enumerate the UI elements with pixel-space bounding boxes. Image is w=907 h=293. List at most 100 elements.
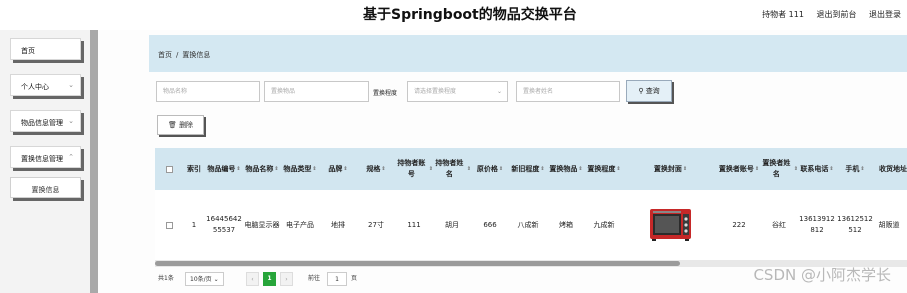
col-label: 物品类型	[283, 164, 312, 173]
page-number-current[interactable]: 1	[263, 272, 276, 286]
col-swap-cover[interactable]: 置换封面 ⇕	[623, 148, 718, 190]
col-label: 置换者账号	[718, 164, 754, 173]
cell-item-type: 电子产品	[286, 220, 314, 229]
col-label: 置换封面	[653, 164, 682, 173]
swap-item-input[interactable]: 置换物品	[264, 81, 369, 102]
chevron-down-icon: ⌄	[213, 276, 219, 283]
col-label: 规格	[366, 164, 381, 173]
page-unit-label: 页	[351, 275, 358, 282]
row-checkbox[interactable]	[155, 190, 183, 260]
sidebar-item-label: 物品信息管理	[21, 119, 63, 127]
col-original-price[interactable]: 原价格 ⇕	[471, 148, 509, 190]
cell-item-no: 1644564255537	[206, 215, 242, 234]
watermark: CSDN @小阿杰学长	[753, 266, 891, 284]
breadcrumb-bar: 首页 / 置换信息	[149, 35, 907, 72]
col-brand[interactable]: 品牌 ⇕	[319, 148, 357, 190]
logout-link[interactable]: 退出登录	[869, 10, 901, 19]
swap-level-select[interactable]: 请选择置换程度 ⌄	[407, 81, 508, 102]
col-label: 手机	[845, 164, 860, 173]
table-header: 索引 物品编号 ⇕ 物品名称 ⇕ 物品类型 ⇕ 品牌 ⇕ 规格 ⇕ 持物者账号 ⇕ 持物者姓…	[155, 148, 907, 190]
col-item-no[interactable]: 物品编号 ⇕	[205, 148, 243, 190]
breadcrumb-current: 置换信息	[182, 51, 211, 59]
select-all-checkbox[interactable]	[155, 148, 183, 190]
cell-swap-cover	[623, 190, 718, 260]
sort-icon: ⇕	[860, 165, 865, 172]
checkbox-icon	[165, 165, 173, 173]
sort-icon: ⇕	[343, 165, 348, 172]
site-title: 基于Springboot的物品交换平台	[363, 7, 577, 23]
cell-swap-item: 烤箱	[559, 220, 573, 229]
col-condition[interactable]: 新旧程度 ⇕	[509, 148, 547, 190]
chevron-down-icon: ⌄	[68, 81, 74, 89]
sort-icon: ⇕	[236, 165, 241, 172]
sort-icon: ⇕	[274, 165, 279, 172]
sidebar-divider	[90, 30, 98, 293]
col-label: 持物者账号	[397, 159, 426, 178]
cell-original-price: 666	[483, 220, 497, 229]
top-header: 基于Springboot的物品交换平台 持物者 111 退出到前台 退出登录	[0, 0, 907, 30]
back-to-front-link[interactable]: 退出到前台	[816, 10, 856, 19]
prev-page-button[interactable]: ‹	[246, 272, 259, 286]
col-label: 置换程度	[587, 164, 616, 173]
breadcrumb-home[interactable]: 首页	[158, 51, 172, 59]
page-size-select[interactable]: 10条/页 ⌄	[185, 272, 224, 286]
sort-icon: ⇕	[498, 165, 504, 172]
col-swapper-account[interactable]: 置换者账号 ⇕	[718, 148, 760, 190]
sort-icon: ⇕	[616, 165, 621, 172]
search-icon: ⚲	[638, 87, 644, 95]
cell-owner-name: 胡月	[445, 220, 459, 229]
sort-icon: ⇕	[381, 165, 386, 172]
col-owner-account[interactable]: 持物者账号 ⇕	[395, 148, 433, 190]
search-button[interactable]: ⚲ 查询	[626, 80, 672, 102]
breadcrumb: 首页 / 置换信息	[158, 50, 210, 60]
cell-swapper-account: 222	[732, 220, 746, 229]
col-label: 新旧程度	[511, 164, 540, 173]
swapper-name-input[interactable]: 置换者姓名	[516, 81, 620, 102]
col-item-name[interactable]: 物品名称 ⇕	[243, 148, 281, 190]
col-phone[interactable]: 联系电话 ⇕	[798, 148, 836, 190]
table-body: 1 1644564255537 电脑显示器 电子产品 地排 27寸 111 胡月…	[155, 190, 907, 260]
col-label: 置换物品	[549, 164, 578, 173]
goto-label: 前往	[308, 275, 321, 282]
cell-index: 1	[191, 220, 197, 229]
next-page-button[interactable]: ›	[280, 272, 293, 286]
cell-brand: 地排	[331, 220, 345, 229]
scrollbar-thumb[interactable]	[155, 261, 680, 266]
cell-phone: 13613912812	[799, 215, 835, 234]
sidebar-item-item-management[interactable]: 物品信息管理 ⌄	[10, 110, 81, 132]
cell-item-name: 电脑显示器	[244, 220, 280, 229]
search-button-label: 查询	[645, 87, 660, 95]
app-window: 基于Springboot的物品交换平台 持物者 111 退出到前台 退出登录 首…	[0, 0, 907, 293]
oven-image	[650, 209, 691, 241]
delete-button[interactable]: 🗑 删除	[157, 115, 204, 135]
item-name-input[interactable]: 物品名称	[156, 81, 260, 102]
col-owner-name[interactable]: 持物者姓名 ⇕	[433, 148, 471, 190]
col-spec[interactable]: 规格 ⇕	[357, 148, 395, 190]
cell-address: 胡贩道	[878, 220, 900, 229]
sidebar-subitem-swap-info[interactable]: 置换信息	[10, 177, 81, 198]
sidebar-item-home[interactable]: 首页	[10, 38, 81, 60]
sort-icon: ⇕	[540, 165, 545, 172]
col-swap-level[interactable]: 置换程度 ⇕	[585, 148, 623, 190]
main-content: 首页 / 置换信息 物品名称 置换物品 置换程度 请选择置换程度 ⌄ 置换者姓名 ⚲…	[98, 30, 907, 293]
col-label: 收货地址	[879, 164, 907, 173]
col-label: 联系电话	[800, 164, 829, 173]
header-links: 持物者 111 退出到前台 退出登录	[752, 9, 901, 20]
col-swap-item[interactable]: 置换物品 ⇕	[547, 148, 585, 190]
checkbox-icon	[165, 221, 173, 229]
cell-swap-level: 九成新	[593, 220, 615, 229]
col-item-type[interactable]: 物品类型 ⇕	[281, 148, 319, 190]
col-address[interactable]: 收货地址	[874, 148, 907, 190]
col-label: 物品名称	[245, 164, 274, 173]
col-index: 索引	[187, 164, 201, 173]
delete-button-label: 删除	[179, 121, 194, 129]
sidebar-item-swap-management[interactable]: 置换信息管理 ⌃	[10, 146, 81, 168]
col-label: 置换者姓名	[762, 159, 791, 178]
sidebar-item-label: 个人中心	[21, 83, 49, 91]
cell-spec: 27寸	[368, 220, 384, 229]
col-mobile[interactable]: 手机 ⇕	[836, 148, 874, 190]
goto-page-input[interactable]: 1	[327, 272, 347, 286]
col-swapper-name[interactable]: 置换者姓名 ⇕	[760, 148, 798, 190]
col-label: 原价格	[476, 164, 498, 173]
sidebar-item-personal-center[interactable]: 个人中心 ⌄	[10, 74, 81, 96]
